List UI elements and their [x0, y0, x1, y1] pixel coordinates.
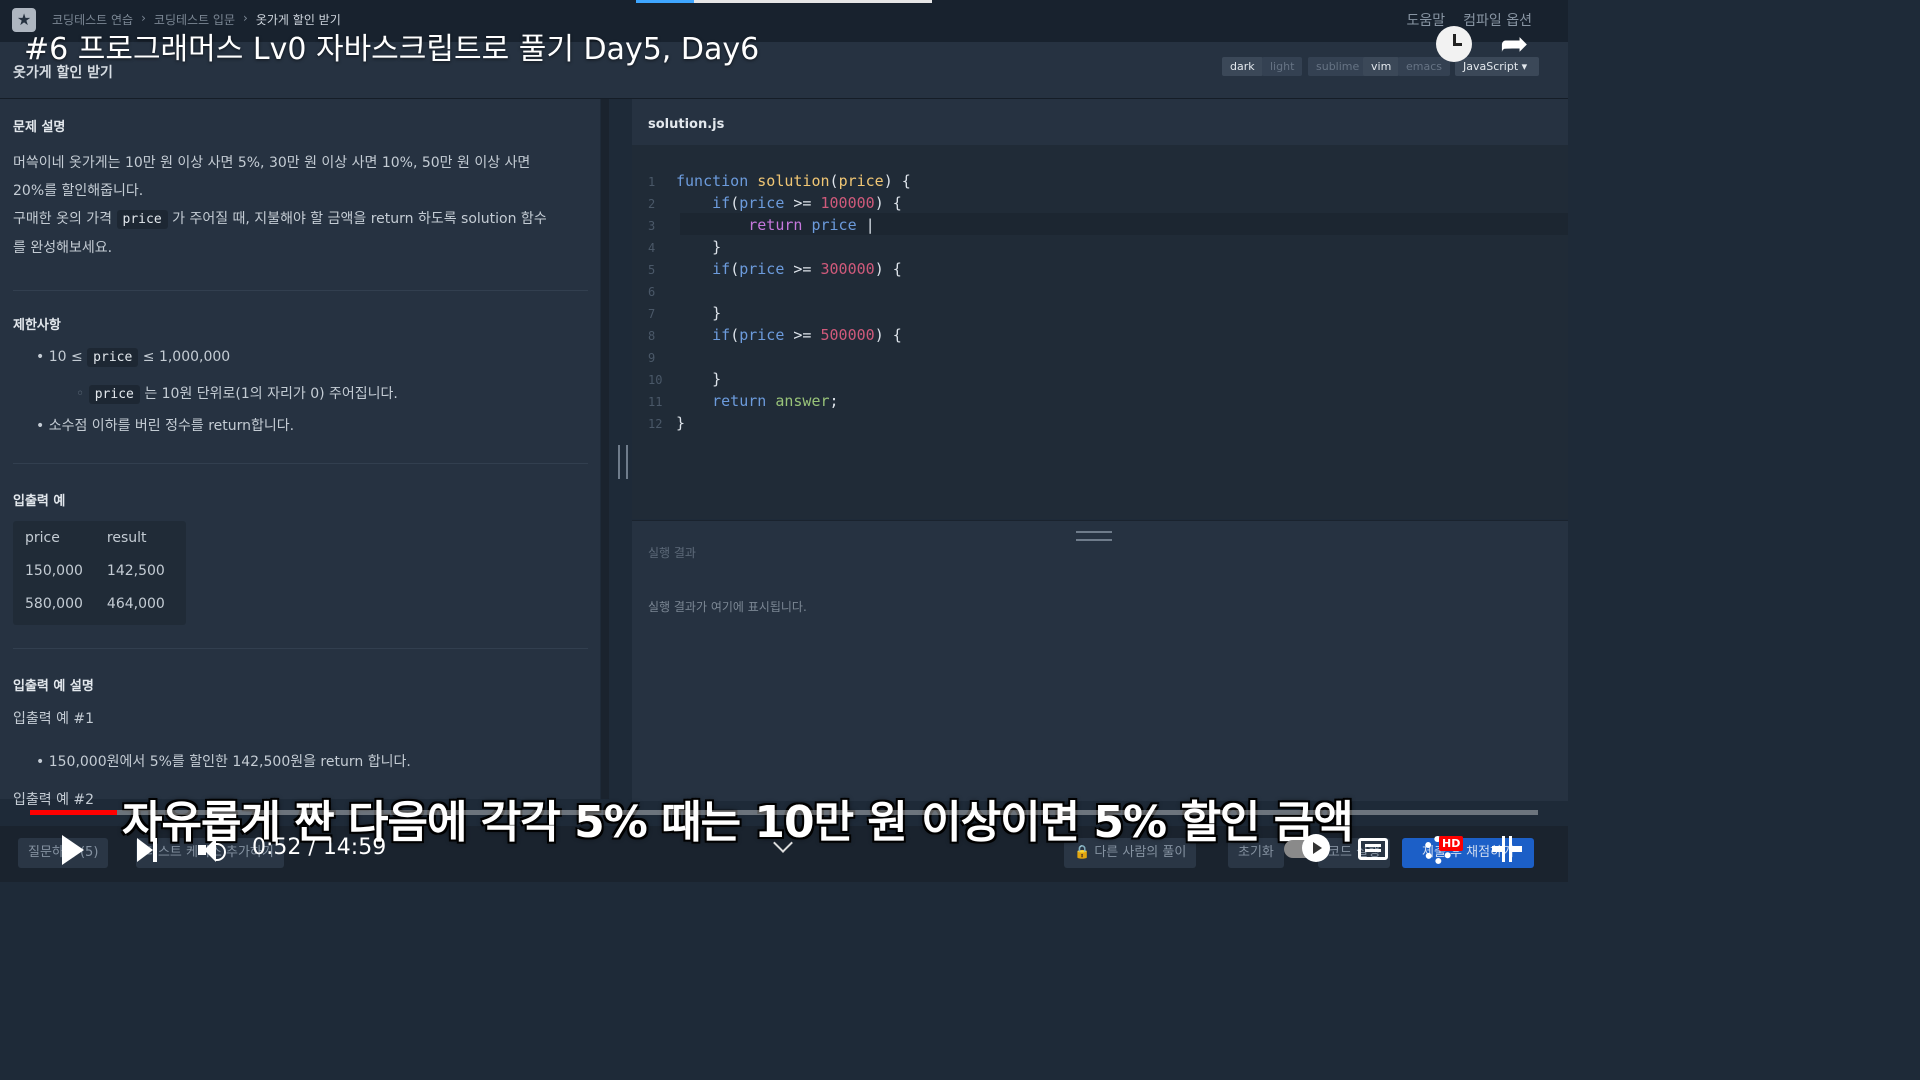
theme-dark-button[interactable]: dark: [1222, 57, 1263, 76]
io-heading: 입출력 예: [13, 494, 66, 509]
result-heading: 실행 결과: [648, 546, 696, 560]
code-line[interactable]: 10 }: [648, 368, 721, 390]
code-line[interactable]: 1 function solution(price) {: [648, 170, 911, 192]
io-example-label: 입출력 예 #1: [13, 711, 95, 727]
line-number: 10: [648, 373, 663, 387]
description-fragment: 가 주어질 때, 지불해야 할 금액을 return 하도록 solution …: [172, 211, 547, 227]
line-number: 9: [648, 351, 656, 365]
constraint-text: ≤ 1,000,000: [142, 349, 231, 365]
constraint-item: • 10 ≤ price ≤ 1,000,000: [36, 348, 231, 367]
line-number: 7: [648, 307, 656, 321]
code-editor[interactable]: [632, 99, 1568, 519]
editor-filename: solution.js: [648, 117, 725, 132]
table-row: 580,000 464,000: [13, 587, 177, 620]
play-icon[interactable]: [62, 835, 84, 865]
keymap-emacs-button[interactable]: emacs: [1398, 57, 1451, 76]
watch-later-icon[interactable]: [1436, 26, 1472, 62]
hd-badge: HD: [1439, 836, 1464, 851]
code-line[interactable]: 4 }: [648, 236, 721, 258]
share-icon[interactable]: ➦: [1500, 26, 1540, 62]
description-line: 머쓱이네 옷가게는 10만 원 이상 사면 5%, 30만 원 이상 사면 10…: [13, 155, 531, 171]
constraint-item: • 소수점 이하를 버린 정수를 return합니다.: [36, 418, 295, 434]
time-display: 0:52 / 14:59: [252, 835, 386, 860]
seek-bar-progress: [30, 810, 117, 815]
keymap-vim-button[interactable]: vim: [1363, 57, 1400, 76]
line-number: 5: [648, 263, 656, 277]
line-number: 11: [648, 395, 663, 409]
help-link[interactable]: 도움말: [1407, 10, 1446, 30]
code-line[interactable]: 6: [648, 280, 676, 302]
code-line[interactable]: 9: [648, 346, 676, 368]
result-pane: [632, 521, 1568, 801]
io-explain-heading: 입출력 예 설명: [13, 679, 94, 694]
divider: [13, 463, 588, 464]
table-header: result: [106, 529, 147, 546]
line-number: 3: [648, 219, 656, 233]
result-divider: [632, 520, 1568, 521]
constraint-text: 10 ≤: [48, 349, 83, 365]
code-line[interactable]: 7 }: [648, 302, 721, 324]
line-number: 6: [648, 285, 656, 299]
divider: [13, 290, 588, 291]
table-cell: 150,000: [25, 562, 83, 579]
editor-header: [632, 99, 1568, 145]
param-code: price: [116, 210, 168, 229]
code-line[interactable]: 3 return price |: [648, 214, 875, 236]
keymap-sublime-button[interactable]: sublime: [1308, 57, 1368, 76]
constraint-subitem: ◦ price 는 10원 단위로(1의 자리가 0) 주어집니다.: [76, 385, 398, 404]
constraint-text: 소수점 이하를 버린 정수를 return합니다.: [48, 418, 295, 434]
description-line: 구매한 옷의 가격 price 가 주어질 때, 지불해야 할 금액을 retu…: [13, 205, 593, 234]
code-line[interactable]: 5 if(price >= 300000) {: [648, 258, 902, 280]
result-placeholder: 실행 결과가 여기에 표시됩니다.: [648, 600, 807, 614]
time-current: 0:52: [252, 835, 302, 860]
divider: [13, 648, 588, 649]
io-example-text-content: 150,000원에서 5%를 할인한 142,500원을 return 합니다.: [48, 754, 411, 770]
autoplay-play-icon[interactable]: [1302, 834, 1330, 862]
table-row: 150,000 142,500: [13, 554, 177, 587]
constraint-text: 는 10원 단위로(1의 자리가 0) 주어집니다.: [144, 386, 398, 402]
description-line: 20%를 할인해줍니다.: [13, 183, 144, 199]
video-title[interactable]: #6 프로그래머스 Lv0 자바스크립트로 풀기 Day5, Day6: [24, 24, 759, 68]
time-total: 14:59: [322, 835, 387, 860]
description-heading: 문제 설명: [13, 120, 66, 135]
code-line[interactable]: 2 if(price >= 100000) {: [648, 192, 902, 214]
table-header-row: price result: [13, 521, 177, 554]
line-number: 2: [648, 197, 656, 211]
param-code: price: [87, 348, 139, 367]
description-fragment: 구매한 옷의 가격: [13, 211, 113, 227]
io-example-text: • 150,000원에서 5%를 할인한 142,500원을 return 합니…: [36, 754, 411, 770]
line-number: 1: [648, 175, 656, 189]
code-line[interactable]: 12}: [648, 412, 685, 434]
pane-divider[interactable]: [601, 99, 609, 799]
volume-icon[interactable]: [198, 838, 228, 862]
io-table: price result 150,000 142,500 580,000 464,00…: [13, 521, 186, 625]
table-cell: 464,000: [106, 595, 165, 612]
param-code: price: [88, 385, 140, 404]
description-text: 머쓱이네 옷가게는 10만 원 이상 사면 5%, 30만 원 이상 사면 10…: [13, 149, 593, 262]
line-number: 8: [648, 329, 656, 343]
time-separator: /: [301, 835, 323, 860]
resize-handle-icon[interactable]: [1076, 531, 1112, 541]
seek-bar[interactable]: [30, 810, 1538, 815]
resize-handle-icon[interactable]: [618, 445, 628, 479]
code-line[interactable]: 8 if(price >= 500000) {: [648, 324, 902, 346]
subtitles-icon[interactable]: [1358, 838, 1388, 860]
constraints-heading: 제한사항: [13, 318, 61, 333]
line-number: 4: [648, 241, 656, 255]
next-icon[interactable]: [137, 838, 159, 862]
table-cell: 580,000: [25, 595, 83, 612]
theme-light-button[interactable]: light: [1262, 57, 1303, 76]
description-line: 를 완성해보세요.: [13, 240, 113, 256]
line-number: 12: [648, 417, 663, 431]
video-buffer-fill: [636, 0, 694, 3]
exit-fullscreen-icon[interactable]: [1492, 836, 1522, 862]
table-header: price: [25, 529, 60, 546]
table-cell: 142,500: [106, 562, 165, 579]
code-line[interactable]: 11 return answer;: [648, 390, 839, 412]
